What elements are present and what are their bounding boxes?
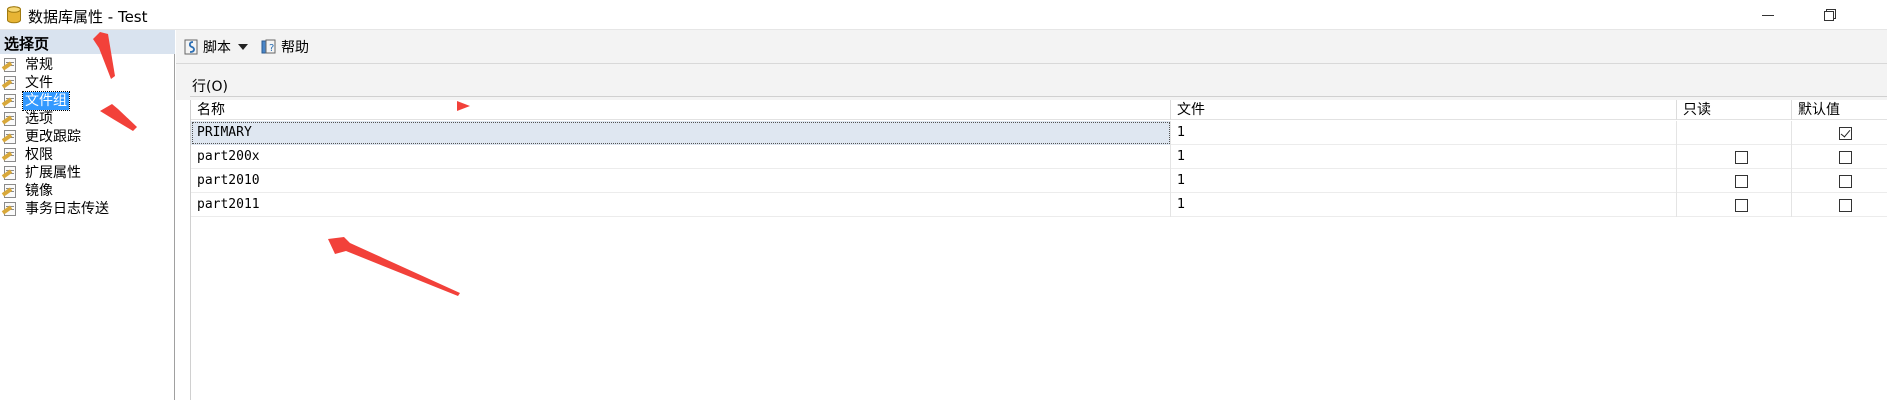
sidebar-item-label: 常规: [25, 57, 53, 73]
script-button[interactable]: 脚本: [182, 36, 248, 58]
table-row[interactable]: part2010 1: [191, 169, 1887, 193]
sidebar-item-3[interactable]: 选项: [1, 110, 55, 128]
page-wrench-icon: [1, 75, 20, 91]
title-bar: 数据库属性 - Test: [0, 0, 1887, 30]
sidebar-item-label: 扩展属性: [25, 165, 81, 181]
cell-files: 1: [1171, 145, 1677, 169]
cell-read-only: [1677, 121, 1792, 145]
cell-default: [1792, 145, 1887, 169]
minimize-button[interactable]: [1745, 0, 1791, 30]
table-row[interactable]: PRIMARY 1: [191, 121, 1887, 145]
svg-text:?: ?: [269, 43, 274, 54]
sidebar-item-7[interactable]: 镜像: [1, 182, 55, 200]
database-icon: [7, 6, 21, 24]
page-wrench-icon: [1, 183, 20, 199]
cell-name[interactable]: part2010: [191, 169, 1171, 193]
minimize-icon: [1762, 14, 1774, 16]
page-wrench-icon: [1, 201, 20, 217]
read-only-checkbox[interactable]: [1735, 151, 1748, 164]
sidebar-item-label: 文件组: [22, 91, 70, 111]
cell-files: 1: [1171, 121, 1677, 145]
window-title: 数据库属性 - Test: [28, 8, 148, 26]
cell-name[interactable]: PRIMARY: [191, 121, 1171, 145]
rows-section-label[interactable]: 行(O): [192, 76, 228, 96]
sidebar-item-0[interactable]: 常规: [1, 56, 55, 74]
sidebar-item-label: 事务日志传送: [25, 201, 109, 217]
sidebar-item-label: 镜像: [25, 183, 53, 199]
sidebar-item-6[interactable]: 扩展属性: [1, 164, 83, 182]
column-header-read-only[interactable]: 只读: [1677, 100, 1792, 120]
page-wrench-icon: [1, 129, 20, 145]
cell-default: [1792, 193, 1887, 217]
page-selector-pane: 选择页 常规文件 文件组 选项更改跟踪权限扩展属性镜像事务日志传送: [0, 30, 175, 400]
default-checkbox[interactable]: [1839, 199, 1852, 212]
column-header-default[interactable]: 默认值: [1792, 100, 1887, 120]
sidebar-item-5[interactable]: 权限: [1, 146, 55, 164]
sidebar-item-label: 更改跟踪: [25, 129, 81, 145]
section-strip: 行(O): [176, 64, 1887, 100]
cell-read-only: [1677, 193, 1792, 217]
column-header-name[interactable]: 名称: [191, 100, 1171, 120]
column-header-files[interactable]: 文件: [1171, 100, 1677, 120]
table-row[interactable]: part2011 1: [191, 193, 1887, 217]
page-wrench-icon: [1, 165, 20, 181]
help-icon: ?: [261, 39, 276, 54]
sidebar-item-label: 权限: [25, 147, 53, 163]
page-selector-title: 选择页: [4, 35, 50, 53]
filegroup-grid: 名称 文件 只读 默认值 PRIMARY 1 part200x 1 part2010 1 p…: [190, 100, 1887, 400]
cell-default: [1792, 169, 1887, 193]
script-icon: [184, 39, 198, 55]
page-wrench-icon: [1, 147, 20, 163]
read-only-checkbox[interactable]: [1735, 175, 1748, 188]
sidebar-item-1[interactable]: 文件: [1, 74, 55, 92]
sidebar-item-4[interactable]: 更改跟踪: [1, 128, 83, 146]
help-button[interactable]: ? 帮助: [260, 36, 309, 58]
sidebar-item-label: 选项: [25, 111, 53, 127]
grid-header: 名称 文件 只读 默认值: [191, 100, 1887, 120]
table-row[interactable]: part200x 1: [191, 145, 1887, 169]
cell-name[interactable]: part2011: [191, 193, 1171, 217]
section-divider: [190, 96, 1887, 97]
page-selector-header: 选择页: [0, 30, 175, 54]
default-checkbox[interactable]: [1839, 127, 1852, 140]
cell-files: 1: [1171, 169, 1677, 193]
cell-read-only: [1677, 169, 1792, 193]
help-label: 帮助: [281, 40, 309, 56]
cell-files: 1: [1171, 193, 1677, 217]
cell-read-only: [1677, 145, 1792, 169]
cell-name[interactable]: part200x: [191, 145, 1171, 169]
page-wrench-icon: [1, 57, 20, 73]
script-label: 脚本: [203, 40, 231, 56]
page-wrench-icon: [1, 111, 20, 127]
restore-icon: [1824, 9, 1836, 21]
chevron-down-icon[interactable]: [238, 44, 248, 50]
page-wrench-icon: [1, 93, 20, 109]
toolbar: 脚本 ? 帮助: [176, 30, 1887, 64]
sidebar-item-8[interactable]: 事务日志传送: [1, 200, 111, 218]
sidebar-item-2[interactable]: 文件组: [1, 91, 70, 111]
default-checkbox[interactable]: [1839, 151, 1852, 164]
cell-default: [1792, 121, 1887, 145]
read-only-checkbox[interactable]: [1735, 199, 1748, 212]
default-checkbox[interactable]: [1839, 175, 1852, 188]
restore-button[interactable]: [1807, 0, 1853, 30]
sidebar-item-label: 文件: [25, 75, 53, 91]
